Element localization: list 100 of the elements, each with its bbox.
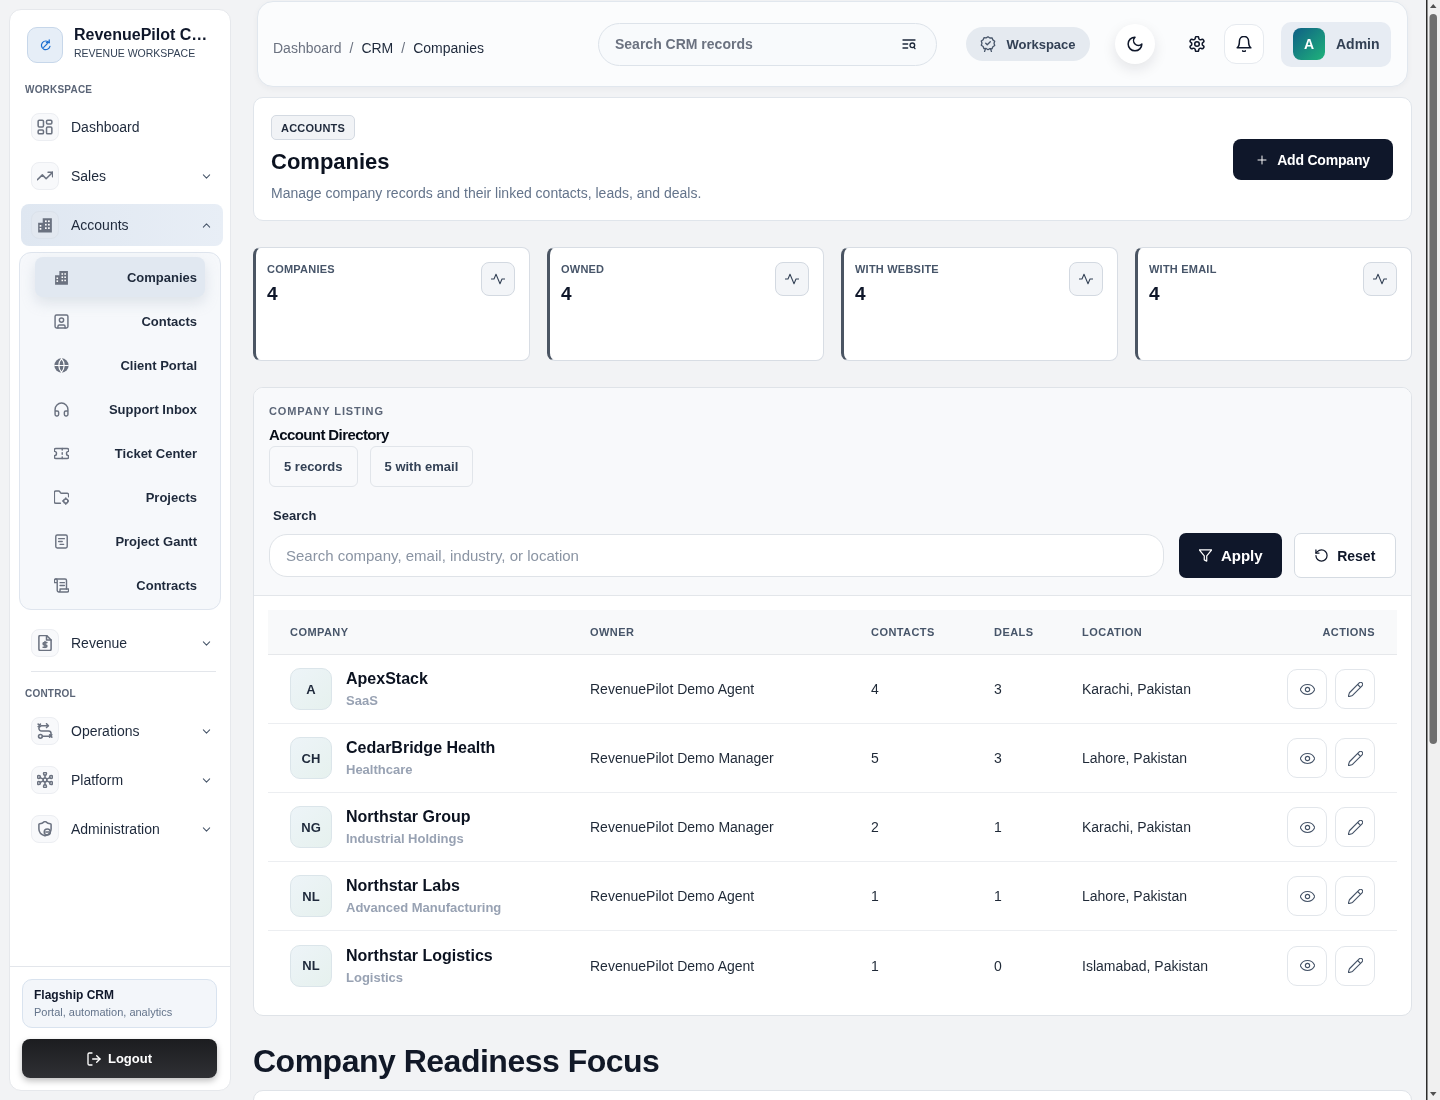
- submenu-item[interactable]: Project Gantt: [35, 521, 205, 561]
- search-field[interactable]: Search company, email, industry, or location: [269, 534, 1164, 577]
- nav-item[interactable]: Revenue: [21, 622, 223, 664]
- table-cell: RevenuePilot Demo Agent: [590, 888, 755, 904]
- brand-subtitle: REVENUE WORKSPACE: [74, 47, 197, 59]
- table-cell: RevenuePilot Demo Manager: [590, 819, 774, 835]
- scrollbar[interactable]: [1426, 0, 1440, 1100]
- bell-icon: [1236, 36, 1252, 52]
- logo-icon: [27, 27, 63, 63]
- company-industry: Healthcare: [346, 762, 414, 778]
- logout-button[interactable]: Logout: [22, 1039, 217, 1078]
- nav-item[interactable]: Dashboard: [21, 106, 223, 148]
- stat-label: WITH EMAIL: [1149, 263, 1218, 276]
- table-cell: 5: [871, 750, 879, 766]
- company-name[interactable]: Northstar Labs: [346, 876, 502, 895]
- user-menu-button[interactable]: A Admin: [1281, 21, 1391, 67]
- eye-icon: [1299, 888, 1315, 904]
- submenu-item[interactable]: Ticket Center: [35, 433, 205, 473]
- dollar-document-icon: [31, 629, 59, 657]
- edit-button[interactable]: [1335, 945, 1375, 986]
- submenu-item[interactable]: Companies: [35, 257, 205, 297]
- card-subtitle: Portal, automation, analytics: [34, 1005, 174, 1019]
- plus-icon: [1256, 153, 1269, 166]
- submenu-item[interactable]: Projects: [35, 477, 205, 517]
- eye-icon: [1299, 681, 1315, 697]
- nav-item[interactable]: Administration: [21, 808, 223, 850]
- workspace-button[interactable]: Workspace: [966, 27, 1090, 61]
- route-icon: [31, 717, 59, 745]
- search-icon: [902, 36, 916, 51]
- globe-icon: [54, 357, 69, 373]
- section-label: CONTROL: [25, 688, 77, 700]
- count-chip: 5 records: [269, 446, 358, 487]
- page-description: Manage company records and their linked contacts, leads, and deals.: [271, 185, 702, 202]
- breadcrumb-separator: /: [401, 39, 406, 56]
- submenu-item[interactable]: Contracts: [35, 565, 205, 605]
- stat-label: OWNED: [561, 263, 606, 276]
- submenu-item[interactable]: Support Inbox: [35, 389, 205, 429]
- table-cell: Lahore, Pakistan: [1082, 888, 1188, 904]
- submenu-item[interactable]: Client Portal: [35, 345, 205, 385]
- table-cell: Karachi, Pakistan: [1082, 681, 1191, 697]
- company-industry: Logistics: [346, 969, 405, 986]
- reset-button[interactable]: Reset: [1294, 533, 1396, 578]
- page-title: Companies: [271, 149, 390, 175]
- building-icon: [54, 269, 69, 285]
- table-cell: 1: [994, 888, 1002, 904]
- stat-value: 4: [1149, 283, 1161, 305]
- pencil-icon: [1347, 681, 1363, 697]
- headset-icon: [54, 401, 69, 417]
- stat-value: 4: [561, 283, 573, 305]
- nav-item[interactable]: Platform: [21, 759, 223, 801]
- company-industry: Advanced Manufacturing: [346, 900, 502, 916]
- breadcrumb-separator: /: [349, 39, 354, 56]
- folder-gear-icon: [54, 489, 69, 505]
- grid-icon: [31, 113, 59, 141]
- view-button[interactable]: [1287, 876, 1327, 916]
- add-company-button[interactable]: Add Company: [1233, 139, 1393, 180]
- logout-icon: [86, 1051, 101, 1066]
- view-button[interactable]: [1287, 807, 1327, 847]
- column-header: CONTACTS: [871, 626, 935, 638]
- company-industry: Industrial Holdings: [346, 831, 465, 847]
- pulse-icon: [1069, 262, 1103, 296]
- view-button[interactable]: [1287, 945, 1327, 986]
- edit-button[interactable]: [1335, 669, 1375, 709]
- view-button[interactable]: [1287, 738, 1327, 778]
- badge-check-icon: [980, 36, 997, 52]
- shield-user-icon: [31, 815, 59, 843]
- user-avatar: A: [1293, 28, 1325, 60]
- eye-icon: [1299, 819, 1315, 835]
- table-cell: 1: [871, 888, 879, 904]
- network-icon: [31, 766, 59, 794]
- pencil-icon: [1347, 888, 1363, 904]
- company-name[interactable]: ApexStack: [346, 669, 428, 688]
- pulse-icon: [481, 262, 515, 296]
- pencil-icon: [1347, 958, 1363, 973]
- breadcrumb-link[interactable]: Dashboard: [273, 39, 342, 56]
- view-button[interactable]: [1287, 669, 1327, 709]
- theme-button[interactable]: [1115, 24, 1155, 64]
- nav-item[interactable]: Accounts: [21, 204, 223, 246]
- company-name[interactable]: CedarBridge Health: [346, 738, 496, 757]
- table-cell: 2: [871, 819, 879, 835]
- table-cell: 3: [994, 750, 1002, 766]
- column-header: DEALS: [994, 626, 1034, 638]
- nav-item[interactable]: Operations: [21, 710, 223, 752]
- edit-button[interactable]: [1335, 738, 1375, 778]
- edit-button[interactable]: [1335, 876, 1375, 916]
- section-heading: Company Readiness Focus: [253, 1042, 661, 1080]
- company-name[interactable]: Northstar Group: [346, 807, 471, 826]
- notifications-button[interactable]: [1224, 24, 1264, 64]
- submenu-item[interactable]: Contacts: [35, 301, 205, 341]
- pulse-icon: [1363, 262, 1397, 296]
- scroll-icon: [54, 577, 69, 593]
- pencil-icon: [1347, 819, 1363, 835]
- eyebrow-label: COMPANY LISTING: [269, 404, 385, 418]
- apply-button[interactable]: Apply: [1179, 533, 1283, 578]
- table-cell: Karachi, Pakistan: [1082, 819, 1191, 835]
- search-field[interactable]: Search CRM records: [598, 22, 937, 66]
- company-name[interactable]: Northstar Logistics: [346, 945, 493, 965]
- edit-button[interactable]: [1335, 807, 1375, 847]
- nav-item[interactable]: Sales: [21, 155, 223, 197]
- stat-label: COMPANIES: [267, 263, 336, 276]
